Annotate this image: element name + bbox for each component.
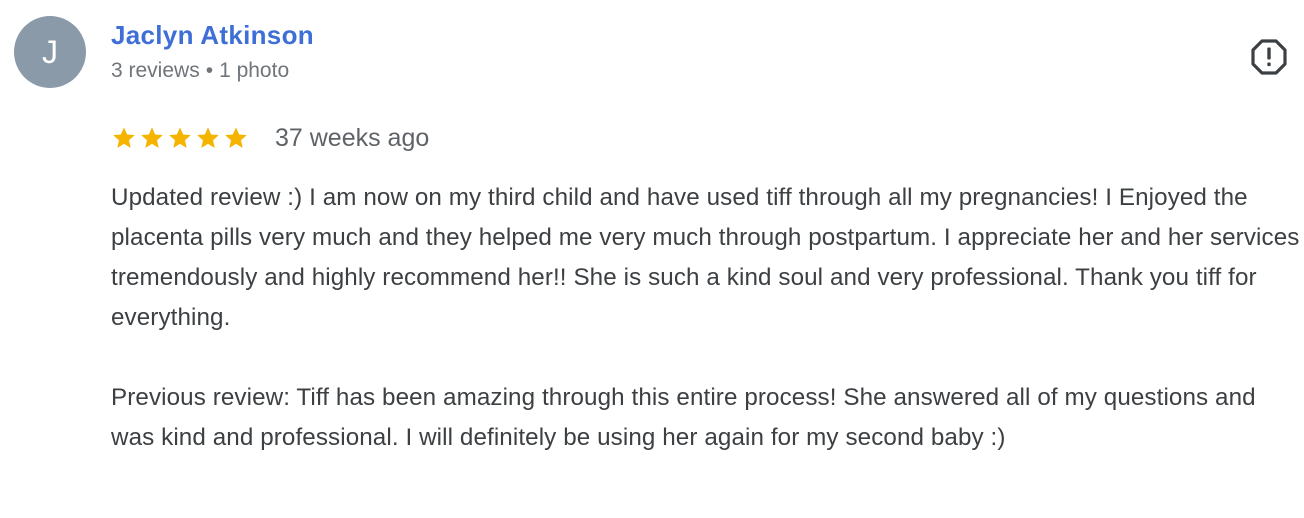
- avatar-initial: J: [42, 33, 58, 70]
- star-icon: [169, 127, 191, 148]
- photos-count: 1 photo: [219, 59, 290, 82]
- star-icon: [113, 127, 135, 148]
- review-age: 37 weeks ago: [275, 123, 430, 152]
- star-icon: [197, 127, 219, 148]
- star-rating: [111, 125, 249, 151]
- avatar[interactable]: J: [14, 16, 86, 88]
- reviews-count: 3 reviews: [111, 59, 200, 82]
- report-flag-icon[interactable]: [1251, 39, 1287, 75]
- rating-row: 37 weeks ago: [111, 120, 429, 156]
- meta-separator: •: [205, 59, 214, 82]
- reviewer-meta: 3 reviews • 1 photo: [111, 59, 289, 83]
- review-paragraph-updated: Updated review :) I am now on my third c…: [111, 184, 1300, 331]
- review-paragraph-previous: Previous review: Tiff has been amazing t…: [111, 384, 1256, 451]
- star-icon: [141, 127, 163, 148]
- reviewer-name-link[interactable]: Jaclyn Atkinson: [111, 20, 314, 51]
- review-text: Updated review :) I am now on my third c…: [111, 178, 1301, 458]
- star-icon: [225, 127, 247, 148]
